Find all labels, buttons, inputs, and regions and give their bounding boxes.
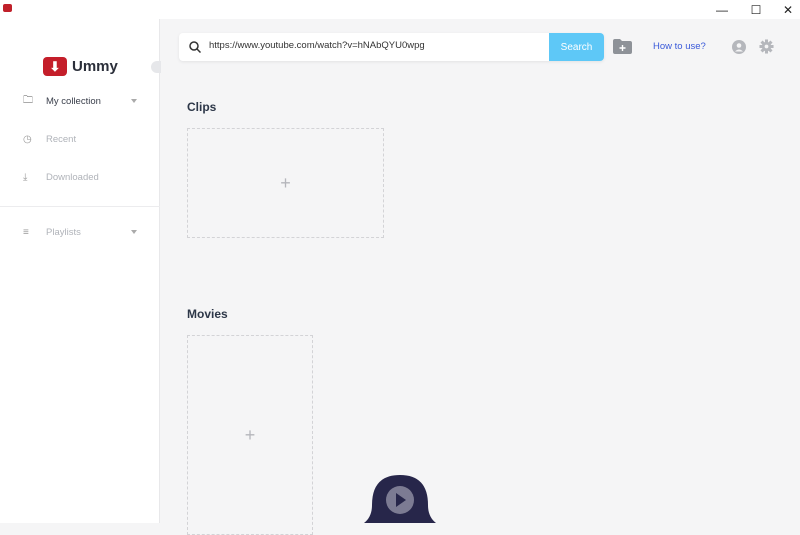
plus-icon: +: [280, 172, 291, 193]
search-icon: [189, 41, 201, 53]
logo: ⬇ Ummy: [43, 57, 118, 76]
player-button[interactable]: [364, 475, 436, 523]
sidebar-item-label: Downloaded: [46, 171, 99, 183]
collapse-sidebar-button[interactable]: [151, 61, 161, 73]
how-to-use-link[interactable]: How to use?: [653, 41, 706, 52]
sidebar-item-recent[interactable]: ◷ Recent: [0, 127, 160, 151]
close-button[interactable]: ✕: [771, 0, 800, 19]
add-clip-button[interactable]: +: [187, 128, 384, 238]
account-icon[interactable]: [732, 40, 746, 54]
divider: [0, 206, 160, 207]
sidebar-item-label: Playlists: [46, 226, 81, 238]
add-movie-button[interactable]: +: [187, 335, 313, 535]
app-name: Ummy: [72, 58, 118, 75]
minimize-button[interactable]: —: [705, 0, 739, 19]
sidebar-item-playlists[interactable]: ≡ Playlists: [0, 220, 160, 244]
logo-download-icon: ⬇: [43, 57, 67, 76]
sidebar-item-downloaded[interactable]: ⤓ Downloaded: [0, 165, 160, 189]
folder-icon: 🗀: [23, 94, 33, 106]
settings-gear-icon[interactable]: [759, 39, 774, 54]
history-icon: ◷: [23, 133, 32, 145]
search-button[interactable]: Search: [549, 33, 604, 61]
playlist-icon: ≡: [23, 226, 29, 238]
download-icon: ⤓: [23, 171, 28, 183]
sidebar: ⬇ Ummy 🗀 My collection ◷ Recent ⤓ Downlo…: [0, 19, 161, 523]
clips-heading: Clips: [187, 100, 217, 114]
chevron-down-icon[interactable]: [131, 99, 137, 103]
sidebar-item-my-collection[interactable]: 🗀 My collection: [0, 89, 160, 113]
chevron-down-icon[interactable]: [131, 230, 137, 234]
add-folder-icon[interactable]: [613, 39, 632, 54]
plus-icon: +: [244, 424, 256, 445]
maximize-button[interactable]: ☐: [739, 0, 773, 19]
sidebar-item-label: Recent: [46, 133, 77, 145]
search-bar: Search: [179, 33, 604, 61]
sidebar-item-label: My collection: [46, 95, 101, 107]
title-bar: — ☐ ✕: [0, 0, 800, 19]
app-icon: [3, 4, 12, 12]
movies-heading: Movies: [187, 307, 228, 321]
url-input[interactable]: [209, 40, 539, 51]
